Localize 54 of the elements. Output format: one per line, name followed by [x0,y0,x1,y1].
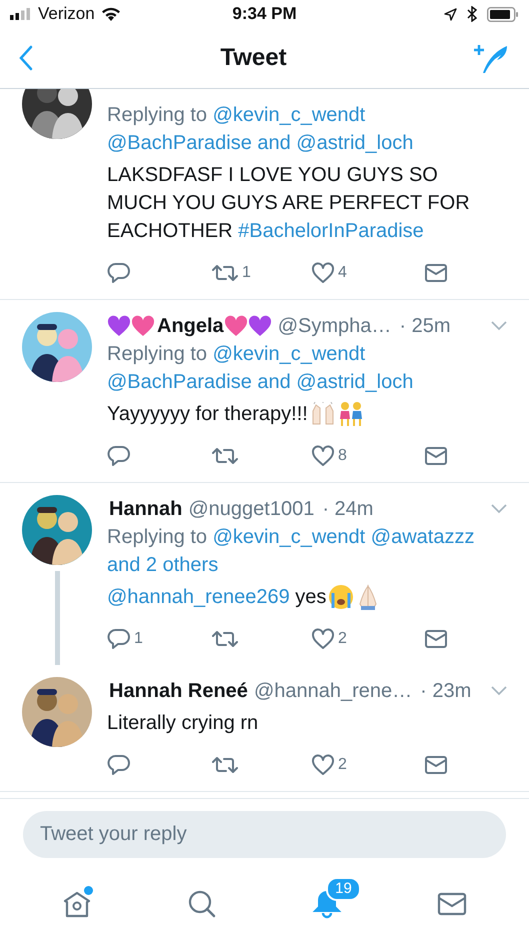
retweet-count: 1 [242,263,251,283]
heart-icon[interactable] [311,628,335,650]
replying-to-text: Replying to @kevin_c_wendt @BachParadise and @astrid_loch [107,342,414,395]
like-count: 2 [338,755,347,775]
tweet-text: Literally crying rn [107,711,258,736]
tweet-text: Yayyyyyy for therapy!!! [107,402,308,427]
like-count: 4 [338,263,347,283]
user-name: Angela [157,314,224,339]
tweet-text: LAKSDFASF I LOVE YOU GUYS SO MUCH YOU GUYS ARE PERFECT FOR EACHOTHER #BachelorInParadise [107,163,471,244]
two-figures-icon [338,401,364,427]
crying-emoji-icon [328,584,354,610]
like-count: 2 [338,629,347,649]
user-handle: @nugget1001 [188,497,314,522]
tweet-time: · 24m [322,497,374,522]
notification-badge: 19 [326,877,361,901]
reply-icon[interactable] [107,444,131,468]
wifi-icon [100,7,121,21]
tweet-time: · 25m [399,314,450,339]
bluetooth-icon [467,6,477,22]
envelope-icon[interactable] [424,754,448,776]
reply-count: 1 [134,629,143,649]
envelope-icon[interactable] [437,891,468,917]
heart-icon[interactable] [311,262,335,284]
carrier-name: Verizon [38,4,95,24]
battery-icon [487,6,519,22]
home-icon[interactable] [62,889,92,919]
envelope-icon[interactable] [424,445,448,467]
compose-icon[interactable] [472,43,509,73]
tweet-time: · 23m [420,679,472,704]
tweet-text: @hannah_renee269 yes [107,585,326,610]
reply-icon[interactable] [107,753,131,777]
page-title: Tweet [220,44,287,72]
clock-time: 9:34 PM [232,4,297,24]
envelope-icon[interactable] [424,262,448,284]
back-icon[interactable] [18,45,34,71]
search-icon[interactable] [186,889,217,919]
user-handle: @hannah_rene… [254,679,412,704]
reply-icon[interactable] [107,627,131,651]
raised-hands-icon [310,402,336,426]
mention-link[interactable]: @hannah_renee269 [107,586,290,608]
replying-to-text: Replying to @kevin_c_wendt @BachParadise and @astrid_loch [107,103,414,156]
user-handle: @Sympha… [278,314,392,339]
reply-field[interactable]: Tweet your reply [23,811,506,858]
signal-icon [10,8,32,20]
location-arrow-icon [444,8,457,20]
heart-icon[interactable] [311,754,335,776]
user-name: Hannah [109,497,182,522]
user-name: Hannah Reneé [109,679,248,704]
mention-link[interactable]: #BachelorInParadise [238,220,424,242]
replying-to-text: Replying to @kevin_c_wendt @awatazzz and 2 others [107,525,476,578]
reply-icon[interactable] [107,261,131,285]
heart-icon[interactable] [311,445,335,467]
envelope-icon[interactable] [424,628,448,650]
like-count: 8 [338,446,347,466]
